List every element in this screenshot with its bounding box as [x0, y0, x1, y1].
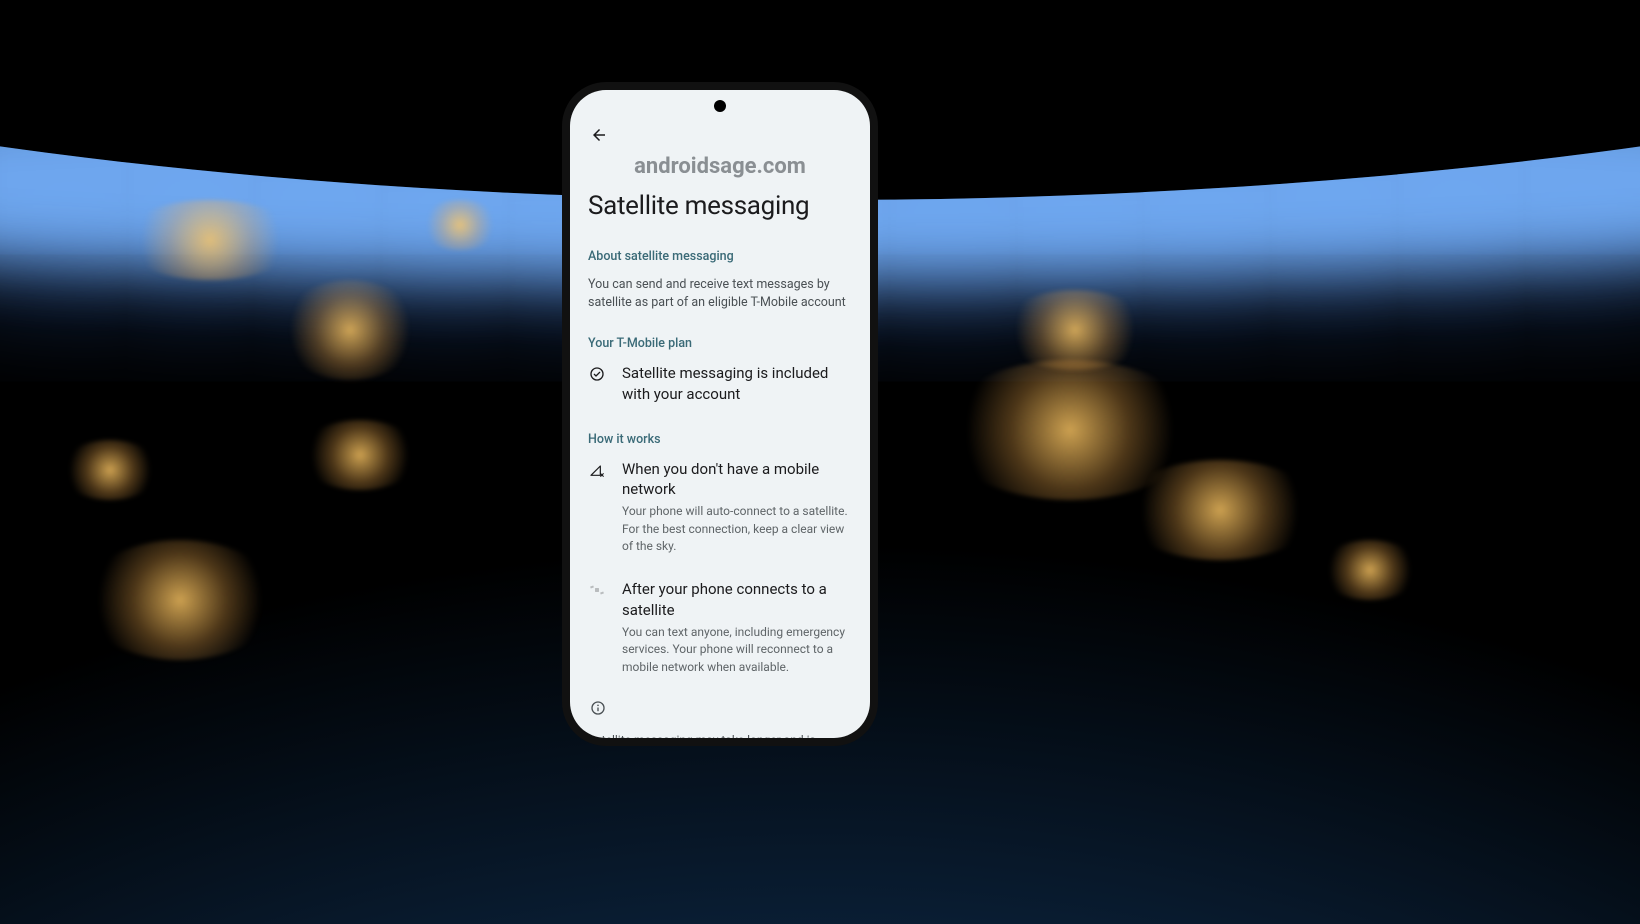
arrow-left-icon: [590, 126, 608, 144]
how-item-2-title: After your phone connects to a satellite: [622, 579, 852, 620]
back-button[interactable]: [588, 122, 610, 148]
how-section-header: How it works: [588, 432, 852, 447]
plan-section-header: Your T-Mobile plan: [588, 336, 852, 351]
info-icon-row: [588, 700, 852, 716]
about-section-header: About satellite messaging: [588, 249, 852, 264]
how-row-1: When you don't have a mobile network You…: [588, 459, 852, 556]
phone-screen: androidsage.com Satellite messaging Abou…: [570, 90, 870, 738]
no-signal-icon: [589, 462, 605, 478]
how-item-2-body: You can text anyone, including emergency…: [622, 624, 852, 676]
info-icon: [590, 700, 606, 716]
front-camera-notch: [714, 100, 726, 112]
plan-item-title: Satellite messaging is included with you…: [622, 363, 852, 404]
watermark-text: androidsage.com: [588, 154, 852, 179]
satellite-icon: [589, 582, 605, 598]
how-row-2: After your phone connects to a satellite…: [588, 579, 852, 676]
about-section-body: You can send and receive text messages b…: [588, 276, 852, 312]
phone-device-frame: androidsage.com Satellite messaging Abou…: [562, 82, 878, 746]
plan-row: Satellite messaging is included with you…: [588, 363, 852, 408]
check-circle-icon: [589, 366, 605, 382]
page-title: Satellite messaging: [588, 191, 852, 221]
how-item-1-body: Your phone will auto-connect to a satell…: [622, 503, 852, 555]
footer-disclaimer: Satellite messaging may take longer and …: [588, 732, 852, 738]
how-item-1-title: When you don't have a mobile network: [622, 459, 852, 500]
